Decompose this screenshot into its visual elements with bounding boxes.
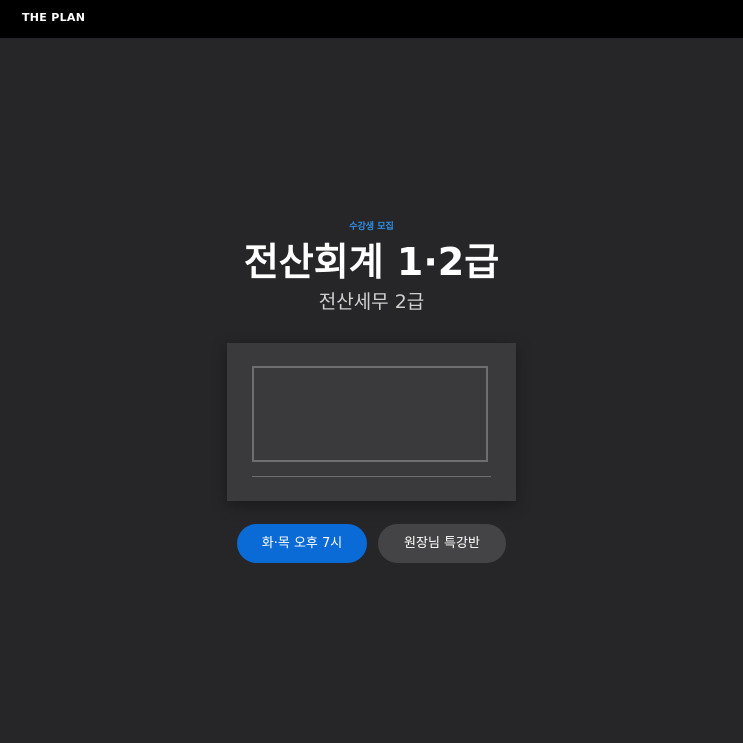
eyebrow-label: 수강생 모집 [349, 222, 394, 232]
page-title: 전산회계 1·2급 [243, 240, 500, 284]
schedule-button[interactable]: 화·목 오후 7시 [237, 524, 367, 563]
top-bar: THE PLAN [0, 0, 743, 38]
hero-section: 수강생 모집 전산회계 1·2급 전산세무 2급 화·목 오후 7시 원장님 특… [0, 38, 743, 743]
card-divider [252, 476, 491, 477]
image-placeholder-card [227, 343, 516, 501]
image-placeholder-frame [252, 366, 488, 462]
brand-logo[interactable]: THE PLAN [22, 11, 85, 24]
page-subtitle: 전산세무 2급 [318, 291, 425, 313]
special-class-button[interactable]: 원장님 특강반 [378, 524, 506, 563]
